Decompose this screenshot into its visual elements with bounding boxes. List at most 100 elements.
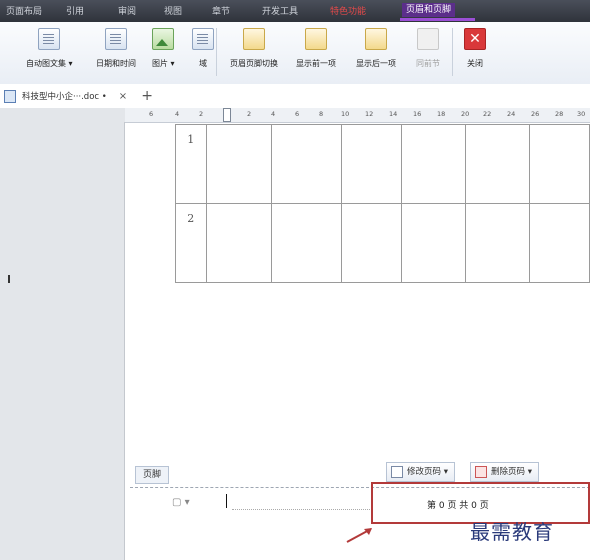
table-cell[interactable] xyxy=(205,203,273,283)
show-next-label: 显示后一项 xyxy=(356,59,396,68)
document-table: 1 2 xyxy=(175,124,590,283)
ruler-tick: 4 xyxy=(271,110,276,118)
menu-tab-bar: 页面布局 引用 审阅 视图 章节 开发工具 特色功能 页眉和页脚 xyxy=(0,0,590,22)
ruler-tick: 10 xyxy=(341,110,350,118)
table-row: 1 xyxy=(175,124,590,204)
ruler-indent-handle[interactable] xyxy=(223,108,231,122)
tab-developer-tools[interactable]: 开发工具 xyxy=(262,4,298,17)
link-to-previous-button[interactable]: 同前节 xyxy=(416,28,440,69)
new-tab-icon[interactable]: + xyxy=(141,88,153,104)
table-cell[interactable] xyxy=(341,124,403,204)
ruler-tick: 16 xyxy=(413,110,422,118)
delete-page-number-icon xyxy=(475,466,487,478)
document-file-icon xyxy=(4,89,16,103)
table-cell[interactable] xyxy=(271,203,343,283)
ribbon-toolbar: 自动图文集 ▾ 日期和时间 图片 ▾ 域 页眉页脚切换 显示前一项 显示后一项 … xyxy=(0,22,590,85)
table-cell[interactable] xyxy=(528,124,590,204)
tab-header-footer[interactable]: 页眉和页脚 xyxy=(402,3,456,17)
calendar-icon xyxy=(105,28,127,50)
table-cell[interactable] xyxy=(401,124,467,204)
paste-options-caret: ▾ xyxy=(184,497,190,508)
switch-header-footer-label: 页眉页脚切换 xyxy=(230,59,278,68)
table-cell[interactable] xyxy=(401,203,467,283)
field-icon xyxy=(192,28,214,50)
horizontal-ruler[interactable]: 6 4 2 2 4 6 8 10 12 14 16 18 20 22 24 26… xyxy=(125,108,590,123)
ruler-tick: 12 xyxy=(365,110,374,118)
ruler-tick: 6 xyxy=(295,110,300,118)
document-tab[interactable]: 科技型中小企···.doc • × + xyxy=(4,87,153,105)
table-cell[interactable] xyxy=(205,124,273,204)
modify-page-number-label: 修改页码 ▾ xyxy=(407,467,448,477)
ruler-tick: 2 xyxy=(199,110,204,118)
ruler-tick: 18 xyxy=(437,110,446,118)
ribbon-separator xyxy=(216,28,217,76)
delete-page-number-button[interactable]: 删除页码 ▾ xyxy=(470,462,539,482)
table-cell[interactable] xyxy=(465,124,530,204)
picture-label: 图片 ▾ xyxy=(152,59,175,68)
tab-special-features[interactable]: 特色功能 xyxy=(330,4,366,17)
active-tab-underline xyxy=(400,18,475,21)
page-number-text[interactable]: 第 0 页 共 0 页 xyxy=(427,498,489,511)
delete-page-number-label: 删除页码 ▾ xyxy=(491,467,532,477)
autotext-label: 自动图文集 ▾ xyxy=(26,59,73,68)
ruler-tick: 24 xyxy=(507,110,516,118)
tab-page-layout[interactable]: 页面布局 xyxy=(6,4,42,17)
table-cell-number[interactable]: 2 xyxy=(175,203,207,283)
pointer-arrow-icon xyxy=(346,528,372,543)
field-button[interactable]: 域 xyxy=(192,28,214,69)
switch-header-footer-icon xyxy=(243,28,265,50)
table-cell[interactable] xyxy=(271,124,343,204)
ruler-tick: 22 xyxy=(483,110,492,118)
tab-section[interactable]: 章节 xyxy=(212,4,230,17)
ruler-tick: 2 xyxy=(247,110,252,118)
text-cursor xyxy=(226,494,227,508)
ruler-tick: 28 xyxy=(555,110,564,118)
switch-header-footer-button[interactable]: 页眉页脚切换 xyxy=(230,28,278,69)
ruler-tick: 30 xyxy=(577,110,586,118)
left-margin-area xyxy=(0,108,125,560)
ruler-tick: 20 xyxy=(461,110,470,118)
document-tab-bar: 科技型中小企···.doc • × + xyxy=(0,84,590,109)
link-to-previous-label: 同前节 xyxy=(416,59,440,68)
date-time-button[interactable]: 日期和时间 xyxy=(96,28,136,69)
ruler-tick: 8 xyxy=(319,110,324,118)
ruler-tick: 4 xyxy=(175,110,180,118)
tab-view[interactable]: 视图 xyxy=(164,4,182,17)
close-label: 关闭 xyxy=(467,59,483,68)
footer-label: 页脚 xyxy=(135,466,169,484)
table-cell[interactable] xyxy=(341,203,403,283)
link-to-previous-icon xyxy=(417,28,439,50)
modify-page-number-button[interactable]: 修改页码 ▾ xyxy=(386,462,455,482)
tab-review[interactable]: 审阅 xyxy=(118,4,136,17)
tab-references[interactable]: 引用 xyxy=(66,4,84,17)
show-next-button[interactable]: 显示后一项 xyxy=(356,28,396,69)
page-edge xyxy=(124,122,125,560)
close-header-footer-button[interactable]: ✕ 关闭 xyxy=(464,28,486,69)
picture-icon xyxy=(152,28,175,50)
text-cursor-marker xyxy=(8,275,10,283)
paste-options-icon[interactable]: ▢ ▾ xyxy=(172,497,190,508)
show-previous-button[interactable]: 显示前一项 xyxy=(296,28,336,69)
show-previous-icon xyxy=(305,28,327,50)
footer-text-line xyxy=(232,509,372,510)
close-tab-icon[interactable]: × xyxy=(119,91,127,102)
autotext-icon xyxy=(38,28,61,50)
autotext-button[interactable]: 自动图文集 ▾ xyxy=(26,28,73,69)
show-next-icon xyxy=(365,28,387,50)
edit-page-number-icon xyxy=(391,466,403,478)
document-tab-title: 科技型中小企···.doc • xyxy=(22,92,107,102)
watermark-logo-text: 最需教育 xyxy=(470,520,554,544)
close-icon: ✕ xyxy=(464,28,486,50)
field-label: 域 xyxy=(199,59,207,68)
ruler-tick: 26 xyxy=(531,110,540,118)
date-time-label: 日期和时间 xyxy=(96,59,136,68)
ribbon-separator xyxy=(452,28,453,76)
ruler-tick: 14 xyxy=(389,110,398,118)
table-cell-number[interactable]: 1 xyxy=(175,124,207,204)
picture-button[interactable]: 图片 ▾ xyxy=(152,28,175,69)
table-cell[interactable] xyxy=(528,203,590,283)
ruler-tick: 6 xyxy=(149,110,154,118)
show-previous-label: 显示前一项 xyxy=(296,59,336,68)
table-cell[interactable] xyxy=(465,203,530,283)
table-row: 2 xyxy=(175,203,590,283)
